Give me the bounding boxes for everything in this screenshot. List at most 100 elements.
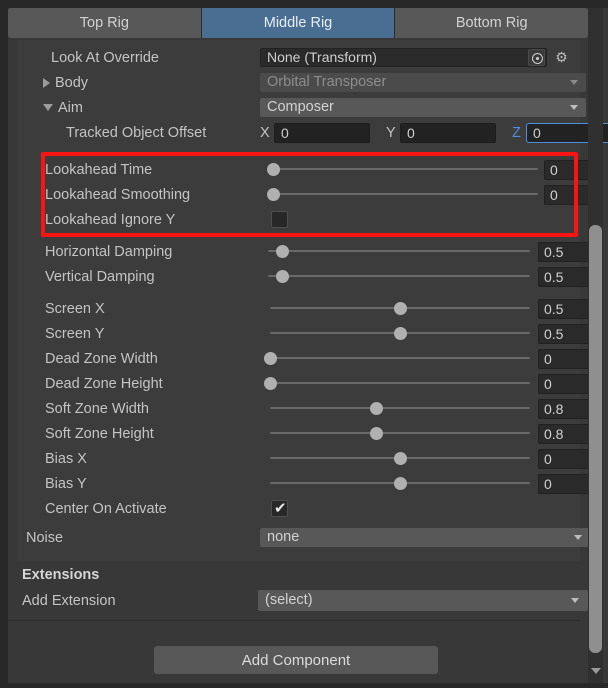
vector3-field: X 0 Y 0 Z 0 — [260, 123, 608, 143]
lookahead-time-value: 0 — [550, 162, 558, 178]
dead-zone-width-value: 0 — [544, 351, 552, 367]
row-aim[interactable]: Aim Composer — [18, 95, 586, 120]
soft-zone-height-value: 0.8 — [544, 426, 564, 442]
row-soft-zone-width: Soft Zone Width 0.8 — [18, 396, 596, 421]
bias-x-slider[interactable] — [270, 452, 530, 465]
soft-zone-width-field-area: 0.8 — [260, 396, 596, 421]
row-vertical-damping: Vertical Damping 0.5 — [18, 264, 596, 289]
slider-thumb[interactable] — [275, 245, 289, 258]
soft-zone-height-field-area: 0.8 — [260, 421, 596, 446]
slider-thumb[interactable] — [393, 327, 407, 340]
row-body[interactable]: Body Orbital Transposer — [18, 70, 586, 95]
window-frame-bottom — [0, 683, 608, 688]
screen-y-value: 0.5 — [544, 326, 564, 342]
tab-middle-rig[interactable]: Middle Rig — [201, 8, 396, 38]
bias-y-slider[interactable] — [270, 477, 530, 490]
add-extension-dropdown[interactable]: (select) — [258, 590, 588, 611]
add-extension-label: Add Extension — [22, 593, 116, 609]
chevron-down-icon[interactable] — [43, 104, 53, 111]
tab-bottom-rig-label: Bottom Rig — [455, 15, 528, 31]
slider-thumb[interactable] — [393, 477, 407, 490]
chevron-down-icon[interactable] — [591, 668, 601, 674]
horizontal-damping-label: Horizontal Damping — [45, 243, 173, 260]
screen-y-field-area: 0.5 — [260, 321, 596, 346]
slider-track — [270, 382, 530, 384]
vertical-damping-slider[interactable] — [268, 270, 530, 283]
add-component-button[interactable]: Add Component — [154, 646, 438, 674]
lookahead-ignore-y-label: Lookahead Ignore Y — [45, 211, 176, 228]
axis-label-x: X — [260, 125, 270, 141]
body-label: Body — [55, 74, 89, 91]
look-at-override-object-field[interactable]: None (Transform) — [260, 48, 547, 67]
body-dropdown[interactable]: Orbital Transposer — [260, 73, 586, 92]
horizontal-damping-value: 0.5 — [544, 244, 564, 260]
screen-y-label: Screen Y — [45, 325, 105, 342]
lookahead-ignore-y-checkbox[interactable] — [271, 211, 288, 228]
slider-thumb[interactable] — [263, 377, 277, 390]
lookahead-time-label: Lookahead Time — [45, 161, 153, 178]
offset-x-value: 0 — [281, 125, 289, 141]
soft-zone-width-slider[interactable] — [270, 402, 530, 415]
slider-thumb[interactable] — [275, 270, 289, 283]
offset-x-input[interactable]: 0 — [274, 123, 370, 143]
extensions-title: Extensions — [22, 567, 100, 583]
slider-track — [270, 407, 530, 409]
offset-y-input[interactable]: 0 — [400, 123, 496, 143]
row-lookahead-ignore-y: Lookahead Ignore Y — [18, 207, 580, 232]
vertical-scrollbar[interactable] — [588, 8, 603, 683]
object-picker-icon[interactable] — [528, 49, 545, 66]
tab-bottom-rig[interactable]: Bottom Rig — [395, 8, 589, 38]
unity-inspector-panel: Top Rig Middle Rig Bottom Rig Look At Ov… — [0, 0, 608, 688]
slider-thumb[interactable] — [263, 352, 277, 365]
offset-z-value: 0 — [533, 125, 541, 141]
add-component-section: Add Component — [8, 620, 580, 683]
vertical-damping-field-area: 0.5 — [260, 264, 596, 289]
noise-field-area: none — [260, 525, 590, 550]
vertical-damping-value: 0.5 — [544, 269, 564, 285]
row-tracked-object-offset: Tracked Object Offset X 0 Y 0 Z 0 — [18, 120, 608, 145]
lookahead-smoothing-value: 0 — [550, 187, 558, 203]
dead-zone-width-slider[interactable] — [263, 352, 530, 365]
row-bias-x: Bias X 0 — [18, 446, 596, 471]
gear-icon[interactable]: ⚙ — [554, 50, 569, 65]
scrollbar-thumb[interactable] — [589, 225, 602, 653]
row-look-at-override: Look At Override None (Transform) ⚙ — [18, 45, 580, 70]
slider-track — [270, 357, 530, 359]
slider-thumb[interactable] — [393, 452, 407, 465]
slider-thumb[interactable] — [370, 427, 384, 440]
slider-thumb[interactable] — [266, 163, 280, 176]
chevron-down-icon — [574, 535, 582, 540]
bias-y-label: Bias Y — [45, 475, 87, 492]
tab-top-rig[interactable]: Top Rig — [8, 8, 202, 38]
slider-thumb[interactable] — [393, 302, 407, 315]
chevron-right-icon[interactable] — [43, 77, 50, 88]
lookahead-time-field-area: 0 — [260, 157, 598, 182]
row-horizontal-damping: Horizontal Damping 0.5 — [18, 239, 596, 264]
row-lookahead-smoothing: Lookahead Smoothing 0 — [18, 182, 598, 207]
slider-thumb[interactable] — [370, 402, 384, 415]
lookahead-time-slider[interactable] — [266, 163, 538, 176]
lookahead-smoothing-field-area: 0 — [260, 182, 598, 207]
aim-dropdown[interactable]: Composer — [260, 98, 586, 117]
noise-dropdown[interactable]: none — [260, 528, 590, 547]
slider-thumb[interactable] — [266, 188, 280, 201]
screen-x-slider[interactable] — [270, 302, 530, 315]
row-soft-zone-height: Soft Zone Height 0.8 — [18, 421, 596, 446]
center-on-activate-checkbox[interactable]: ✔ — [271, 500, 288, 517]
row-dead-zone-height: Dead Zone Height 0 — [18, 371, 596, 396]
soft-zone-height-slider[interactable] — [270, 427, 530, 440]
bias-x-label: Bias X — [45, 450, 87, 467]
slider-track — [273, 193, 538, 195]
look-at-override-field-area: None (Transform) ⚙ — [260, 45, 580, 70]
bias-y-field-area: 0 — [260, 471, 596, 496]
screen-x-value: 0.5 — [544, 301, 564, 317]
body-dropdown-value: Orbital Transposer — [267, 74, 387, 90]
horizontal-damping-field-area: 0.5 — [260, 239, 596, 264]
horizontal-damping-slider[interactable] — [268, 245, 530, 258]
lookahead-ignore-y-field-area — [260, 207, 580, 232]
lookahead-smoothing-slider[interactable] — [266, 188, 538, 201]
dead-zone-height-slider[interactable] — [263, 377, 530, 390]
screen-y-slider[interactable] — [270, 327, 530, 340]
chevron-down-icon — [570, 105, 578, 110]
